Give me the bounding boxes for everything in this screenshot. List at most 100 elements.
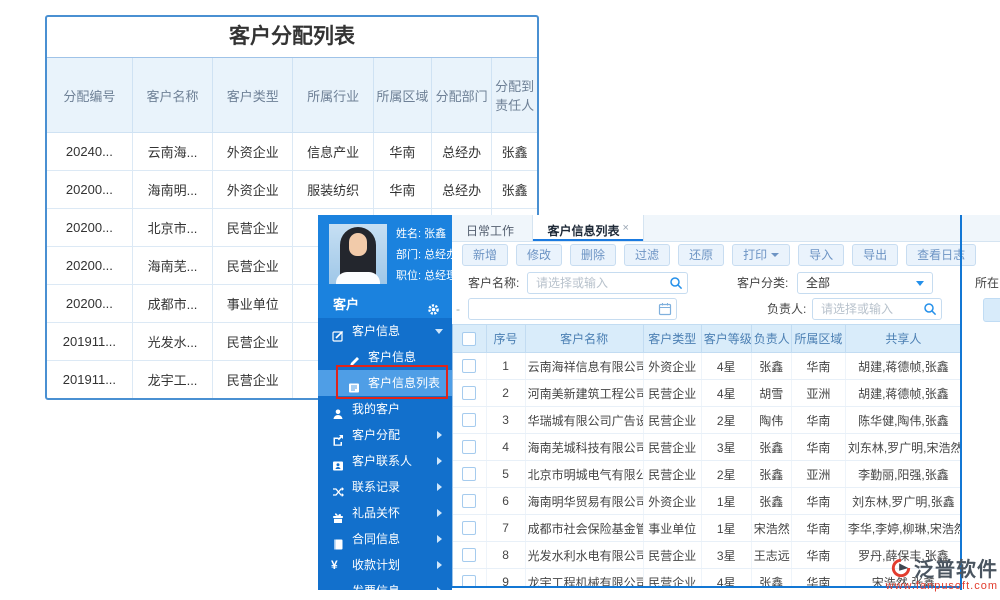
- chevron-right-icon: [437, 431, 442, 439]
- customer-link[interactable]: 成都市...: [132, 285, 212, 323]
- date-input[interactable]: [468, 298, 677, 320]
- customer-link[interactable]: 光发水...: [132, 323, 212, 361]
- owner-link[interactable]: 张鑫: [751, 488, 791, 515]
- edit-button[interactable]: 修改: [516, 244, 562, 266]
- col-customer-type: 客户类型: [213, 58, 293, 133]
- chevron-right-icon: [437, 535, 442, 543]
- sidebar: 姓名: 张鑫 部门: 总经办 职位: 总经理 客户 客户信息 客户信息 客户信息…: [318, 215, 452, 590]
- table-row: 4海南芜城科技有限公司民营企业3星张鑫华南刘东林,罗广明,宋浩然,张鑫: [453, 434, 962, 461]
- restore-button[interactable]: 还原: [678, 244, 724, 266]
- assignee-link[interactable]: 张鑫: [492, 133, 537, 171]
- owner-link[interactable]: 王志远: [751, 542, 791, 569]
- customer-link[interactable]: 成都市社会保险基金管理...: [525, 515, 643, 542]
- customer-name-label: 客户名称:: [468, 272, 519, 294]
- customer-link[interactable]: 光发水利水电有限公司: [525, 542, 643, 569]
- row-checkbox[interactable]: [462, 359, 476, 373]
- row-checkbox[interactable]: [462, 521, 476, 535]
- profile-title: 职位: 总经理: [396, 266, 452, 287]
- owner-link[interactable]: 张鑫: [751, 569, 791, 587]
- row-checkbox[interactable]: [462, 575, 476, 586]
- user-icon: [332, 403, 344, 415]
- watermark: 泛普软件 www.fanpusoft.com: [886, 553, 998, 592]
- owner-link[interactable]: 宋浩然: [751, 515, 791, 542]
- search-icon[interactable]: [669, 276, 683, 290]
- print-button[interactable]: 打印: [732, 244, 790, 266]
- sidebar-item-payment-plan[interactable]: ¥ 收款计划: [318, 552, 452, 578]
- sidebar-item-customer-info[interactable]: 客户信息: [318, 318, 452, 344]
- delete-button[interactable]: 删除: [570, 244, 616, 266]
- chevron-right-icon: [437, 587, 442, 590]
- customer-link[interactable]: 华瑞城有限公司广告设计部: [525, 407, 643, 434]
- alloc-no-link[interactable]: 20200...: [47, 209, 132, 247]
- col-customer-name: 客户名称: [132, 58, 212, 133]
- customer-name-input[interactable]: [527, 272, 688, 294]
- customer-link[interactable]: 河南美新建筑工程公司: [525, 380, 643, 407]
- col-index: 序号: [486, 325, 525, 353]
- owner-link[interactable]: 张鑫: [751, 353, 791, 380]
- row-checkbox[interactable]: [462, 386, 476, 400]
- owner-link[interactable]: 张鑫: [751, 461, 791, 488]
- customer-link[interactable]: 海南明...: [132, 171, 212, 209]
- tab-customer-info-list[interactable]: 客户信息列表×: [532, 215, 643, 241]
- customer-link[interactable]: 北京市...: [132, 209, 212, 247]
- sidebar-item-contract-info[interactable]: 合同信息: [318, 526, 452, 552]
- customer-link[interactable]: 龙宇工程机械有限公司: [525, 569, 643, 587]
- owner-link[interactable]: 张鑫: [751, 434, 791, 461]
- sidebar-item-gift-care[interactable]: 礼品关怀: [318, 500, 452, 526]
- alloc-no-link[interactable]: 201911...: [47, 361, 132, 399]
- customer-link[interactable]: 北京市明城电气有限公司: [525, 461, 643, 488]
- sidebar-section-customer[interactable]: 客户: [318, 291, 452, 318]
- sidebar-item-invoice-info[interactable]: 发票信息: [318, 578, 452, 590]
- gear-icon[interactable]: [427, 298, 440, 311]
- customer-category-select[interactable]: 全部: [797, 272, 933, 294]
- row-checkbox[interactable]: [462, 494, 476, 508]
- sidebar-menu: 客户信息 客户信息 客户信息列表 我的客户 客户分配 客户联系人: [318, 318, 452, 590]
- col-alloc-no: 分配编号: [47, 58, 132, 133]
- col-region: 所属区域: [373, 58, 431, 133]
- alloc-no-link[interactable]: 20200...: [47, 171, 132, 209]
- owner-link[interactable]: 陶伟: [751, 407, 791, 434]
- export-button[interactable]: 导出: [852, 244, 898, 266]
- alloc-no-link[interactable]: 20200...: [47, 247, 132, 285]
- customer-link[interactable]: 云南海祥信息有限公司: [525, 353, 643, 380]
- allocation-header-row: 分配编号 客户名称 客户类型 所属行业 所属区域 分配部门 分配到责任人: [47, 58, 537, 133]
- row-checkbox[interactable]: [462, 413, 476, 427]
- profile-name: 姓名: 张鑫: [396, 224, 452, 245]
- customer-link[interactable]: 海南芜城科技有限公司: [525, 434, 643, 461]
- sidebar-item-customer-contacts[interactable]: 客户联系人: [318, 448, 452, 474]
- owner-link[interactable]: 胡雪: [751, 380, 791, 407]
- cell: 外资企业: [213, 171, 293, 209]
- filter-button[interactable]: 过滤: [624, 244, 670, 266]
- import-button[interactable]: 导入: [798, 244, 844, 266]
- location-label: 所在: [975, 272, 999, 294]
- row-checkbox[interactable]: [462, 440, 476, 454]
- search-button-partial[interactable]: [983, 298, 1000, 322]
- col-customer-grade: 客户等级: [701, 325, 751, 353]
- pencil-icon: [348, 351, 360, 363]
- alloc-no-link[interactable]: 201911...: [47, 323, 132, 361]
- alloc-no-link[interactable]: 20240...: [47, 133, 132, 171]
- customer-link[interactable]: 龙宇工...: [132, 361, 212, 399]
- cell: 信息产业: [293, 133, 373, 171]
- chevron-right-icon: [437, 483, 442, 491]
- sidebar-item-customer-allocation[interactable]: 客户分配: [318, 422, 452, 448]
- col-department: 分配部门: [432, 58, 492, 133]
- calendar-icon[interactable]: [658, 302, 672, 316]
- select-all-checkbox[interactable]: [462, 332, 476, 346]
- tab-daily-work[interactable]: 日常工作: [452, 218, 528, 244]
- row-checkbox[interactable]: [462, 467, 476, 481]
- customer-link[interactable]: 海南明华贸易有限公司: [525, 488, 643, 515]
- search-icon[interactable]: [923, 302, 937, 316]
- assignee-link[interactable]: 张鑫: [492, 171, 537, 209]
- alloc-no-link[interactable]: 20200...: [47, 285, 132, 323]
- chevron-down-icon: [435, 329, 443, 334]
- customer-link[interactable]: 云南海...: [132, 133, 212, 171]
- view-log-button[interactable]: 查看日志: [906, 244, 976, 266]
- add-button[interactable]: 新增: [462, 244, 508, 266]
- customer-link[interactable]: 海南芜...: [132, 247, 212, 285]
- close-icon[interactable]: ×: [622, 222, 628, 234]
- customer-table: 序号 客户名称 客户类型 客户等级 负责人 所属区域 共享人 1云南海祥信息有限…: [453, 324, 962, 586]
- sidebar-item-my-customers[interactable]: 我的客户: [318, 396, 452, 422]
- sidebar-item-contact-records[interactable]: 联系记录: [318, 474, 452, 500]
- row-checkbox[interactable]: [462, 548, 476, 562]
